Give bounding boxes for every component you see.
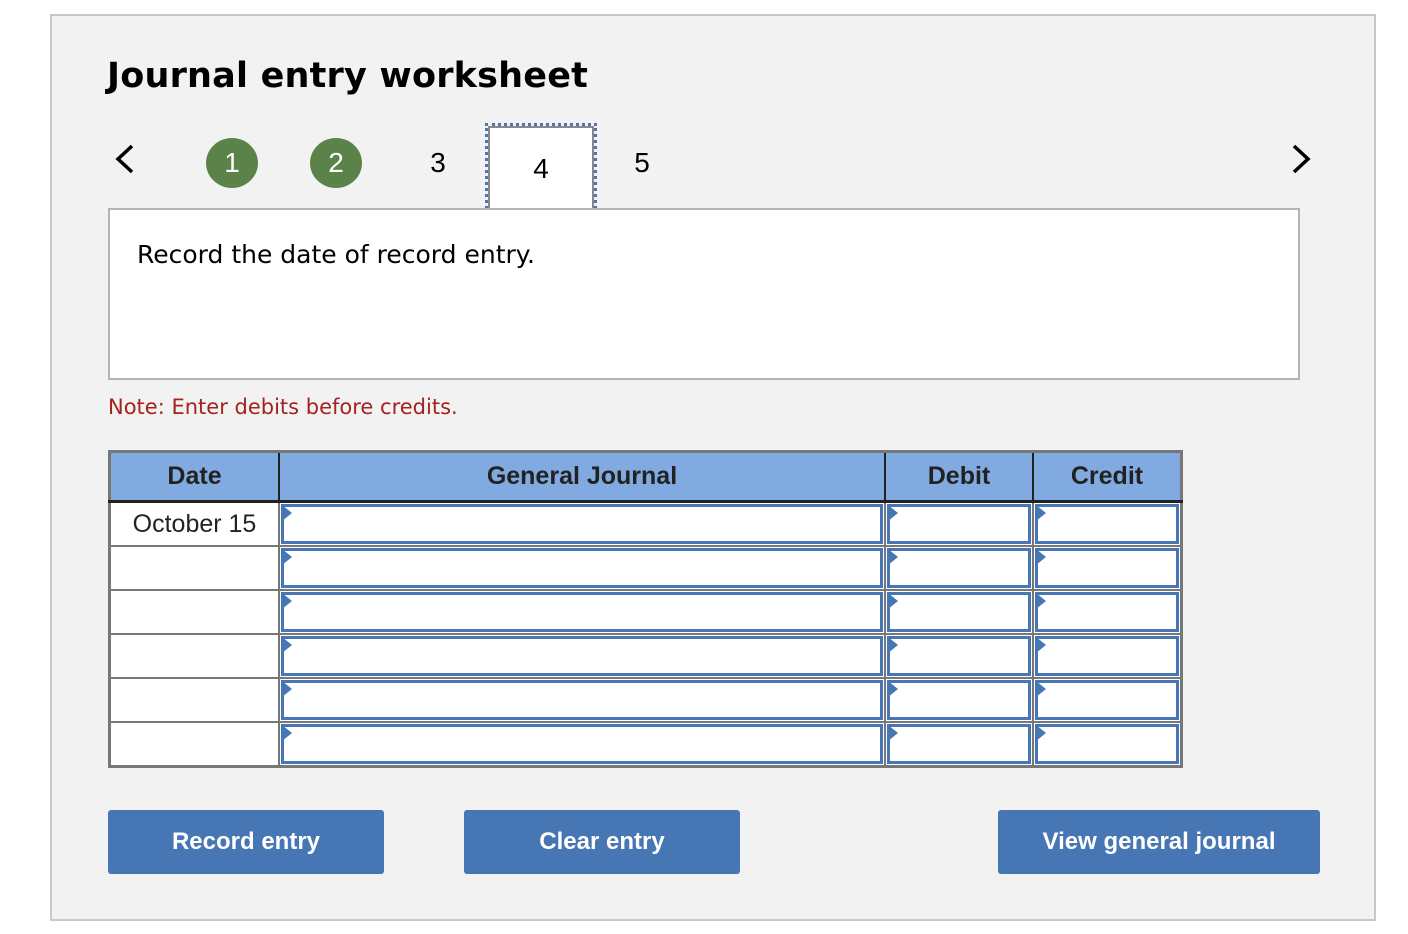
prompt-text: Record the date of record entry.	[137, 240, 535, 269]
credit-input[interactable]	[1035, 504, 1179, 544]
debit-input[interactable]	[887, 724, 1031, 764]
account-input[interactable]	[281, 504, 883, 544]
dropdown-marker-icon	[1036, 725, 1046, 741]
dropdown-marker-icon	[888, 681, 898, 697]
date-cell	[108, 721, 280, 768]
next-step-button[interactable]	[1286, 140, 1316, 180]
header-debit: Debit	[884, 450, 1034, 503]
account-input[interactable]	[281, 636, 883, 676]
dropdown-marker-icon	[282, 681, 292, 697]
table-row	[108, 545, 1183, 591]
account-cell	[278, 677, 886, 723]
header-general-journal: General Journal	[278, 450, 886, 503]
credit-cell	[1032, 500, 1183, 547]
credit-input[interactable]	[1035, 680, 1179, 720]
date-cell: October 15	[108, 500, 280, 547]
table-row	[108, 677, 1183, 723]
prompt-box: Record the date of record entry.	[108, 208, 1300, 380]
debit-input[interactable]	[887, 636, 1031, 676]
debit-cell	[884, 721, 1034, 768]
debit-input[interactable]	[887, 548, 1031, 588]
dropdown-marker-icon	[282, 725, 292, 741]
dropdown-marker-icon	[1036, 637, 1046, 653]
step-5[interactable]: 5	[616, 138, 668, 188]
debit-cell	[884, 545, 1034, 591]
dropdown-marker-icon	[888, 725, 898, 741]
header-date: Date	[108, 450, 280, 503]
credit-cell	[1032, 677, 1183, 723]
credit-input[interactable]	[1035, 636, 1179, 676]
account-input[interactable]	[281, 724, 883, 764]
credit-input[interactable]	[1035, 724, 1179, 764]
step-2[interactable]: 2	[310, 138, 362, 188]
step-3[interactable]: 3	[412, 138, 464, 188]
credit-input[interactable]	[1035, 548, 1179, 588]
date-cell	[108, 589, 280, 635]
dropdown-marker-icon	[282, 505, 292, 521]
account-cell	[278, 545, 886, 591]
account-cell	[278, 633, 886, 679]
dropdown-marker-icon	[282, 593, 292, 609]
account-input[interactable]	[281, 680, 883, 720]
journal-table: Date General Journal Debit Credit Octobe…	[108, 450, 1183, 768]
dropdown-marker-icon	[1036, 505, 1046, 521]
debit-input[interactable]	[887, 592, 1031, 632]
account-cell	[278, 589, 886, 635]
debit-cell	[884, 589, 1034, 635]
credit-cell	[1032, 589, 1183, 635]
account-cell	[278, 500, 886, 547]
view-general-journal-button[interactable]: View general journal	[998, 810, 1320, 874]
dropdown-marker-icon	[888, 549, 898, 565]
record-entry-button[interactable]: Record entry	[108, 810, 384, 874]
dropdown-marker-icon	[1036, 681, 1046, 697]
date-cell	[108, 545, 280, 591]
debit-cell	[884, 633, 1034, 679]
table-row	[108, 721, 1183, 768]
clear-entry-button[interactable]: Clear entry	[464, 810, 740, 874]
dropdown-marker-icon	[1036, 593, 1046, 609]
dropdown-marker-icon	[888, 505, 898, 521]
table-row	[108, 633, 1183, 679]
chevron-right-icon	[1292, 144, 1311, 174]
step-1[interactable]: 1	[206, 138, 258, 188]
dropdown-marker-icon	[282, 549, 292, 565]
dropdown-marker-icon	[1036, 549, 1046, 565]
note-text: Note: Enter debits before credits.	[108, 395, 458, 419]
debit-input[interactable]	[887, 680, 1031, 720]
table-header-row: Date General Journal Debit Credit	[108, 450, 1183, 503]
step-4[interactable]: 4	[485, 123, 597, 215]
credit-cell	[1032, 633, 1183, 679]
account-cell	[278, 721, 886, 768]
debit-cell	[884, 677, 1034, 723]
account-input[interactable]	[281, 548, 883, 588]
table-row: October 15	[108, 500, 1183, 547]
date-cell	[108, 677, 280, 723]
credit-cell	[1032, 721, 1183, 768]
prev-step-button[interactable]	[110, 140, 140, 180]
table-row	[108, 589, 1183, 635]
debit-input[interactable]	[887, 504, 1031, 544]
header-credit: Credit	[1032, 450, 1183, 503]
debit-cell	[884, 500, 1034, 547]
credit-cell	[1032, 545, 1183, 591]
account-input[interactable]	[281, 592, 883, 632]
page-title: Journal entry worksheet	[107, 56, 589, 96]
dropdown-marker-icon	[282, 637, 292, 653]
chevron-left-icon	[115, 144, 134, 174]
credit-input[interactable]	[1035, 592, 1179, 632]
dropdown-marker-icon	[888, 593, 898, 609]
date-cell	[108, 633, 280, 679]
dropdown-marker-icon	[888, 637, 898, 653]
